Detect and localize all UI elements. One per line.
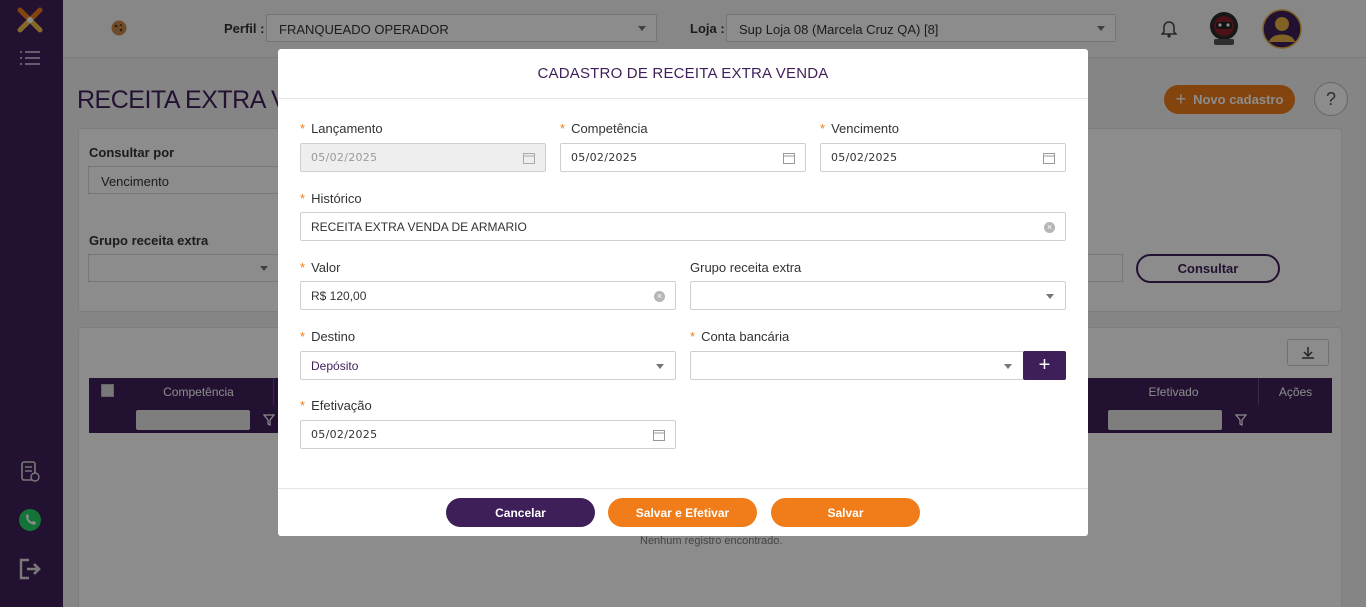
- clear-icon[interactable]: ×: [1044, 222, 1055, 233]
- add-account-button[interactable]: +: [1023, 351, 1066, 380]
- modal-title: CADASTRO DE RECEITA EXTRA VENDA: [278, 49, 1088, 99]
- calendar-icon[interactable]: [653, 429, 665, 441]
- lancamento-label: * Lançamento: [300, 121, 383, 136]
- competencia-field[interactable]: 05/02/2025: [560, 143, 806, 172]
- efetivacao-field[interactable]: 05/02/2025: [300, 420, 676, 449]
- lancamento-value: 05/02/2025: [311, 151, 378, 164]
- grupo-label: Grupo receita extra: [690, 260, 802, 275]
- valor-field[interactable]: R$ 120,00 ×: [300, 281, 676, 310]
- vencimento-value: 05/02/2025: [831, 151, 898, 164]
- historico-label: * Histórico: [300, 191, 362, 206]
- save-and-effect-button[interactable]: Salvar e Efetivar: [608, 498, 757, 527]
- calendar-icon: [523, 153, 535, 164]
- vencimento-label: * Vencimento: [820, 121, 899, 136]
- competencia-value: 05/02/2025: [571, 151, 638, 164]
- chevron-down-icon: [1004, 364, 1012, 369]
- plus-icon: +: [1038, 354, 1051, 376]
- destino-value: Depósito: [311, 358, 359, 373]
- lancamento-field: 05/02/2025: [300, 143, 546, 172]
- efetivacao-label: * Efetivação: [300, 398, 372, 413]
- calendar-icon[interactable]: [1043, 152, 1055, 164]
- destino-label: * Destino: [300, 329, 356, 344]
- historico-value: RECEITA EXTRA VENDA DE ARMARIO: [311, 219, 527, 234]
- grupo-select[interactable]: [690, 281, 1066, 310]
- destino-select[interactable]: Depósito: [300, 351, 676, 380]
- register-modal: CADASTRO DE RECEITA EXTRA VENDA * Lançame…: [278, 49, 1088, 536]
- conta-label: * Conta bancária: [690, 329, 790, 344]
- vencimento-field[interactable]: 05/02/2025: [820, 143, 1066, 172]
- clear-icon[interactable]: ×: [654, 291, 665, 302]
- chevron-down-icon: [1046, 294, 1054, 299]
- chevron-down-icon: [656, 364, 664, 369]
- calendar-icon[interactable]: [783, 152, 795, 164]
- competencia-label: * Competência: [560, 121, 648, 136]
- empty-message: Nenhum registro encontrado.: [640, 535, 783, 547]
- historico-field[interactable]: RECEITA EXTRA VENDA DE ARMARIO ×: [300, 212, 1066, 241]
- save-button[interactable]: Salvar: [771, 498, 920, 527]
- cancel-button[interactable]: Cancelar: [446, 498, 595, 527]
- modal-footer-divider: [278, 488, 1088, 489]
- valor-value: R$ 120,00: [311, 288, 367, 303]
- conta-select[interactable]: [690, 351, 1024, 380]
- valor-label: * Valor: [300, 260, 341, 275]
- efetivacao-value: 05/02/2025: [311, 428, 378, 441]
